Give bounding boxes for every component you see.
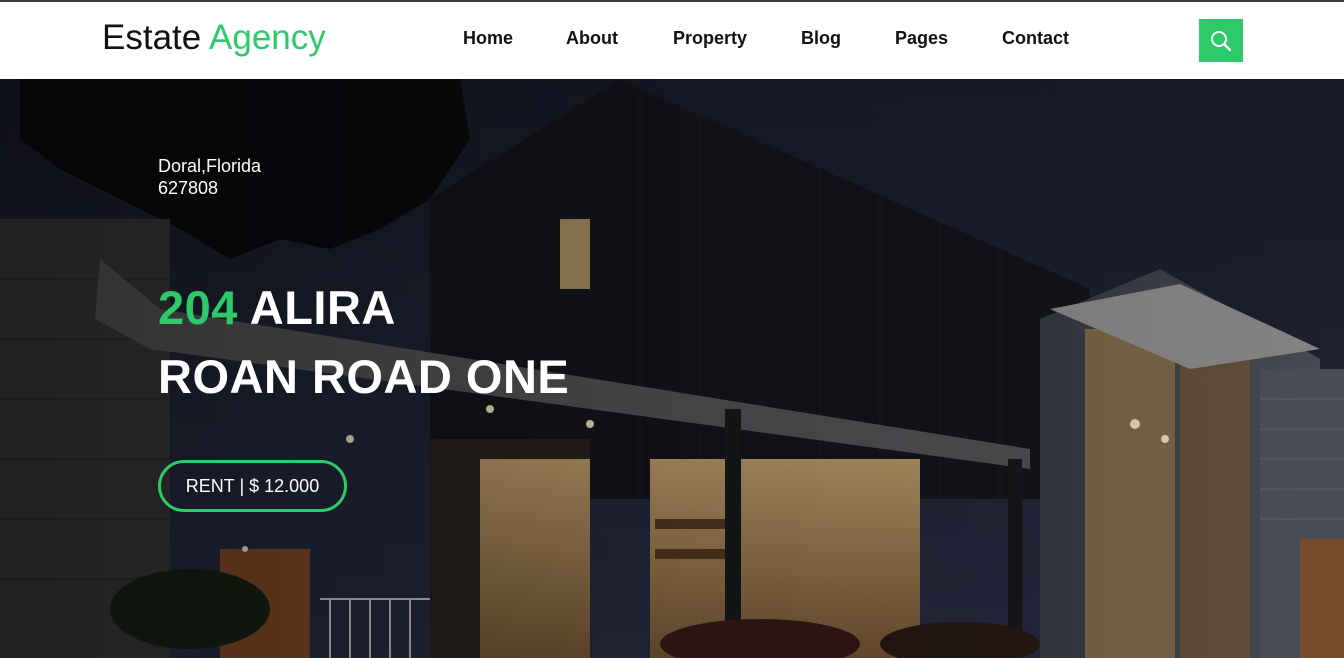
title-number: 204 <box>158 281 238 334</box>
title-street: ALIRA <box>249 281 396 334</box>
nav-blog[interactable]: Blog <box>801 28 841 49</box>
brand-name: Estate <box>102 18 202 57</box>
navbar: Estate Agency Home About Property Blog P… <box>0 2 1344 79</box>
location-city: Doral,Florida <box>158 156 262 176</box>
hero-banner: Doral,Florida 627808 204 ALIRA ROAN ROAD… <box>0 79 1344 658</box>
rent-price-button[interactable]: RENT | $ 12.000 <box>158 460 347 512</box>
nav-home[interactable]: Home <box>463 28 513 49</box>
property-title: 204 ALIRA ROAN ROAD ONE <box>158 273 569 411</box>
brand-accent: Agency <box>209 18 326 57</box>
search-icon <box>1211 30 1232 51</box>
brand-logo[interactable]: Estate Agency <box>102 18 326 58</box>
search-button[interactable] <box>1199 19 1243 62</box>
title-line2: ROAN ROAD ONE <box>158 350 570 403</box>
nav-property[interactable]: Property <box>673 28 747 49</box>
property-location: Doral,Florida 627808 <box>158 155 261 199</box>
location-zip: 627808 <box>158 178 219 198</box>
nav-contact[interactable]: Contact <box>1002 28 1069 49</box>
nav-pages[interactable]: Pages <box>895 28 948 49</box>
nav-about[interactable]: About <box>566 28 618 49</box>
